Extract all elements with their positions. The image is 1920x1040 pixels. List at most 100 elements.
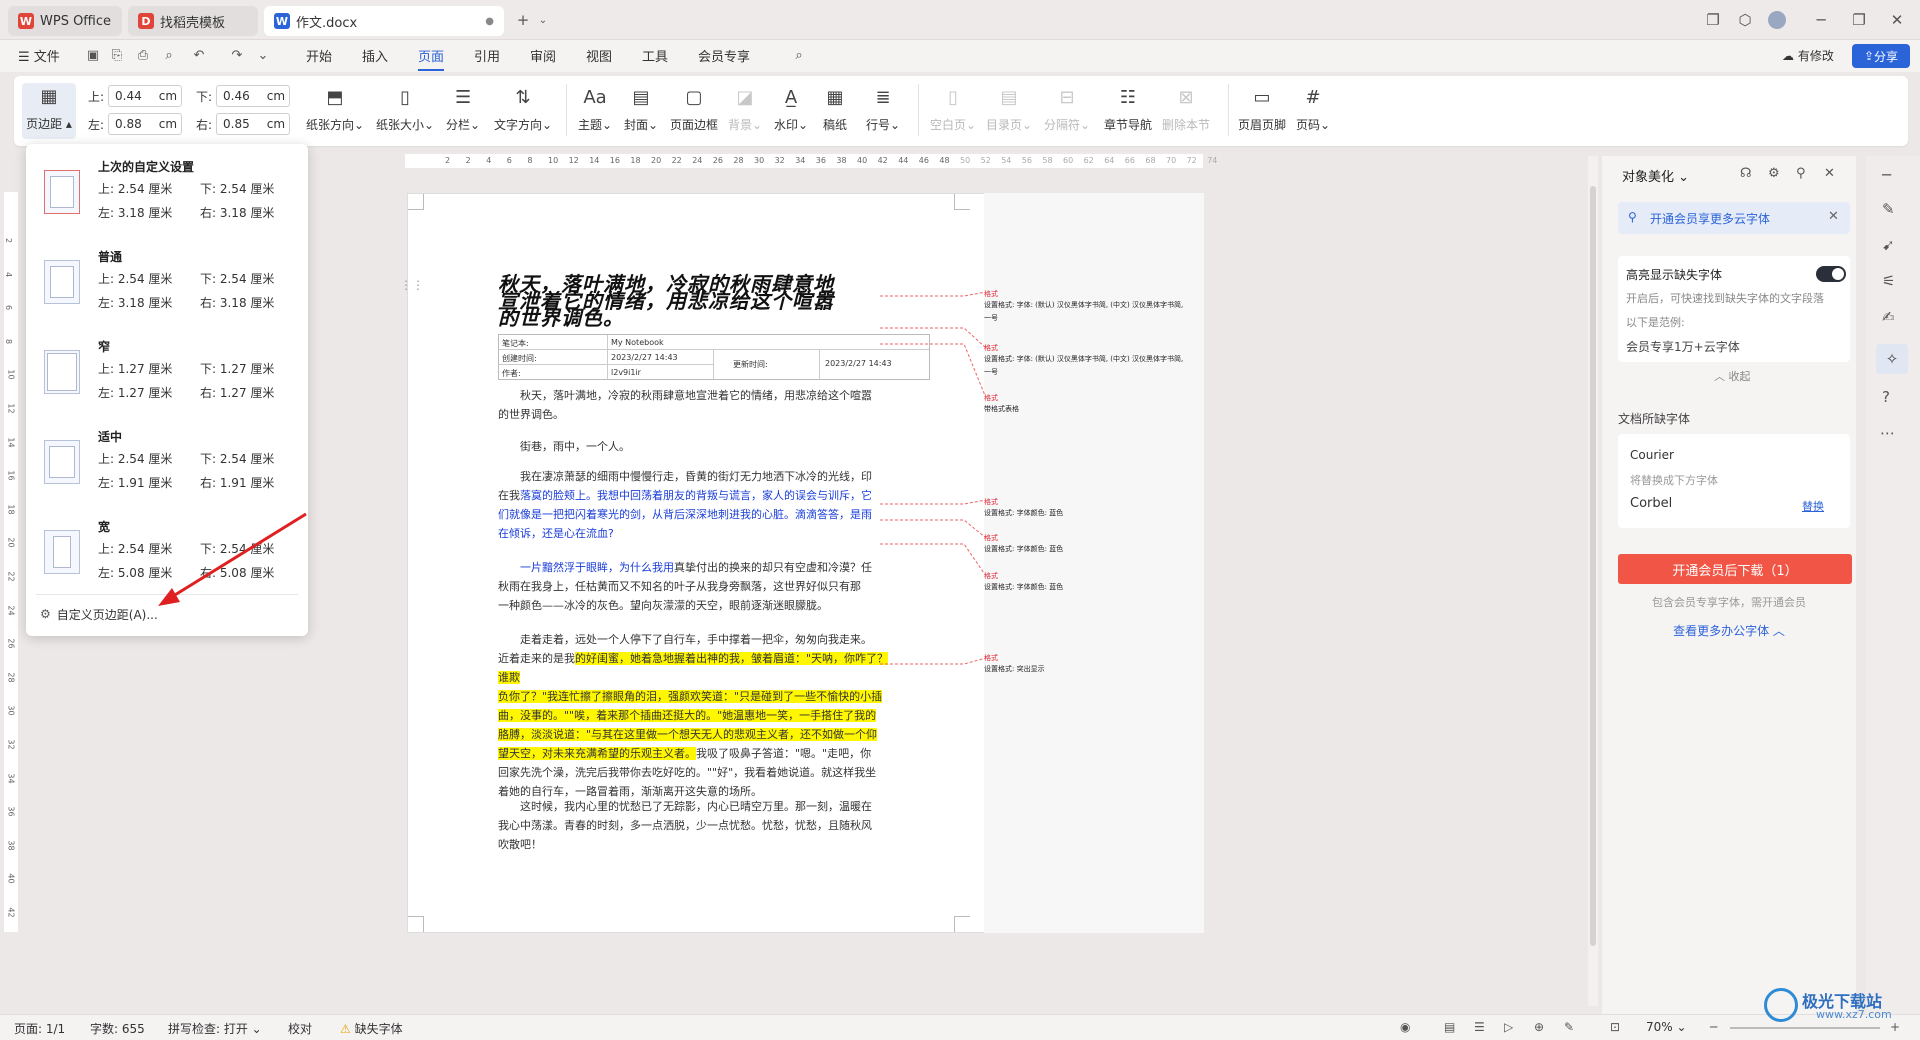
top-margin-field[interactable]: 上: 0.44 cm [88,85,183,107]
top-margin-value[interactable]: 0.44 [115,89,142,103]
revision-balloon[interactable]: 格式 设置格式: 字体: (默认) 汉仪黑体字书简, (中文) 汉仪黑体字书简,… [984,343,1184,379]
unsaved-dot-icon[interactable]: ● [485,16,494,27]
cover-button[interactable]: ▤ 封面⌄ [624,84,658,133]
paragraph-3[interactable]: 我在凄凉萧瑟的细雨中慢慢行走，昏黄的街灯无力地洒下冰冷的光线，印 在我落寞的脸颊… [498,467,898,543]
fit-page-icon[interactable]: ⊡ [1610,1020,1620,1034]
edit-doc-icon[interactable]: ✍ [1882,308,1895,326]
cube-icon[interactable]: ⬡ [1732,8,1758,32]
vip-banner[interactable]: ⚲ 开通会员享更多云字体 ✕ [1618,202,1850,234]
play-icon[interactable]: ▷ [1504,1020,1513,1034]
metadata-table[interactable]: 笔记本: My Notebook 创建时间: 2023/2/27 14:43 更… [498,334,930,380]
avatar[interactable] [1764,8,1790,32]
collapse-link[interactable]: ︿ 收起 [1714,368,1751,384]
restore-icon[interactable]: ❐ [1846,8,1872,32]
right-margin-value[interactable]: 0.85 [223,117,250,131]
preset-narrow[interactable]: 窄 上: 1.27 厘米 下: 1.27 厘米 左: 1.27 厘米 右: 1.… [26,338,308,424]
separator-button[interactable]: ⊟ 分隔符⌄ [1044,84,1090,133]
menu-member[interactable]: 会员专享 [698,46,750,65]
manuscript-button[interactable]: ▦ 稿纸 [822,84,848,133]
blank-page-button[interactable]: ▯ 空白页⌄ [930,84,976,133]
revision-balloon[interactable]: 格式 设置格式: 字体颜色: 蓝色 [984,571,1184,594]
drag-handle-icon[interactable]: ⋮⋮ [400,278,424,292]
word-count[interactable]: 字数: 655 [90,1020,145,1037]
print-preview-icon[interactable]: ⌕ [160,47,178,65]
has-changes-indicator[interactable]: ☁ 有修改 [1782,47,1834,64]
zoom-slider[interactable] [1730,1027,1880,1029]
bottom-margin-field[interactable]: 下: 0.46 cm [196,85,291,107]
vertical-scrollbar[interactable] [1588,156,1598,1006]
pen-mode-icon[interactable]: ✎ [1564,1020,1574,1034]
settings-icon[interactable]: ⚙ [1768,166,1780,181]
tab-document[interactable]: W 作文.docx ● [264,6,504,36]
header-footer-button[interactable]: ▭ 页眉页脚 [1238,84,1286,133]
paragraph-6[interactable]: 这时候，我内心里的忧愁已了无踪影，内心已晴空万里。那一刻，温暖在 我心中荡漾。青… [498,797,898,854]
orientation-button[interactable]: ⬒ 纸张方向⌄ [306,84,364,133]
background-button[interactable]: ◪ 背景⌄ [728,84,762,133]
page-border-button[interactable]: ▢ 页面边框 [670,84,718,133]
redo-icon[interactable]: ↷ [228,47,246,65]
beautify-icon[interactable]: ✧ [1876,344,1908,374]
horizontal-ruler[interactable]: 2 2 4 6 8 10 12 14 16 18 20 22 24 26 28 30 32 34 36 38 40 42 4… [405,154,1217,168]
right-margin-field[interactable]: 右: 0.85 cm [196,113,291,135]
sliders-icon[interactable]: ⚟ [1882,272,1895,290]
zoom-select[interactable]: 70% ⌄ [1646,1020,1687,1034]
paper-size-button[interactable]: ▯ 纸张大小⌄ [376,84,434,133]
zoom-out-icon[interactable]: ─ [1710,1020,1717,1034]
file-menu[interactable]: ☰ 文件 [18,46,60,65]
document-title[interactable]: 秋天，落叶满地，冷寂的秋雨肆意地 宣泄着它的情绪，用悲凉给这个喧嚣 的世界调色。 [498,274,898,328]
paragraph-2[interactable]: 街巷，雨中，一个人。 [498,437,898,456]
replace-link[interactable]: 替换 [1802,498,1824,514]
web-view-icon[interactable]: ⊕ [1534,1020,1544,1034]
revision-balloon[interactable]: 格式 设置格式: 字体: (默认) 汉仪黑体字书简, (中文) 汉仪黑体字书简,… [984,289,1184,325]
undo-icon[interactable]: ↶ [190,47,208,65]
preset-normal[interactable]: 普通 上: 2.54 厘米 下: 2.54 厘米 左: 3.18 厘米 右: 3… [26,248,308,334]
menu-page[interactable]: 页面 [418,46,445,71]
text-direction-button[interactable]: ⇅ 文字方向⌄ [494,84,552,133]
missing-font-status[interactable]: ⚠ 缺失字体 [340,1020,403,1037]
left-margin-value[interactable]: 0.88 [115,117,142,131]
window-tile-icon[interactable]: ❐ [1700,8,1726,32]
close-banner-icon[interactable]: ✕ [1828,209,1839,224]
download-button[interactable]: 开通会员后下载（1） [1618,554,1852,584]
revision-balloon[interactable]: 格式 带格式表格 [984,393,1184,416]
search-icon[interactable]: ⌕ [790,47,808,65]
menu-view[interactable]: 视图 [586,46,612,65]
highlight-toggle[interactable] [1816,266,1846,282]
headset-icon[interactable]: ☊ [1740,166,1752,181]
preset-moderate[interactable]: 适中 上: 2.54 厘米 下: 2.54 厘米 左: 1.91 厘米 右: 1… [26,428,308,514]
margins-button[interactable]: ▦ 页边距 ▴ [22,83,76,139]
outline-view-icon[interactable]: ☰ [1474,1020,1485,1034]
select-cursor-icon[interactable]: ➹ [1882,236,1895,254]
delete-section-button[interactable]: ⊠ 删除本节 [1162,84,1210,133]
theme-button[interactable]: Aa 主题⌄ [578,84,612,133]
pen-icon[interactable]: ✎ [1882,200,1895,218]
page-indicator[interactable]: 页面: 1/1 [14,1020,65,1037]
toc-page-button[interactable]: ▤ 目录页⌄ [986,84,1032,133]
left-margin-field[interactable]: 左: 0.88 cm [88,113,183,135]
page-view-icon[interactable]: ▤ [1444,1020,1455,1034]
close-icon[interactable]: ✕ [1824,166,1835,181]
eye-icon[interactable]: ◉ [1400,1020,1410,1034]
menu-home[interactable]: 开始 [306,46,332,65]
menu-tools[interactable]: 工具 [642,46,668,65]
vertical-ruler[interactable]: 2 4 6 8 10 12 14 16 18 20 22 24 26 28 30 32 34 36 38 40 42 [4,192,18,932]
paragraph-1[interactable]: 秋天，落叶满地，冷寂的秋雨肆意地宣泄着它的情绪，用悲凉给这个喧嚣 的世界调色。 [498,386,898,424]
scrollbar-thumb[interactable] [1590,186,1596,946]
menu-insert[interactable]: 插入 [362,46,388,65]
print-icon[interactable]: ⎙ [134,47,152,65]
close-icon[interactable]: ✕ [1884,8,1910,32]
collapse-icon[interactable]: ─ [1882,166,1891,184]
columns-button[interactable]: ☰ 分栏⌄ [446,84,480,133]
pin-icon[interactable]: ⚲ [1796,166,1806,181]
revision-balloon[interactable]: 格式 设置格式: 突出显示 [984,653,1184,676]
preset-last-custom[interactable]: 上次的自定义设置 上: 2.54 厘米 下: 2.54 厘米 左: 3.18 厘… [26,158,308,244]
help-icon[interactable]: ? [1882,388,1890,406]
panel-title[interactable]: 对象美化 ⌄ [1622,166,1689,185]
minimize-icon[interactable]: ─ [1808,8,1834,32]
page-number-button[interactable]: # 页码⌄ [1296,84,1330,133]
share-button[interactable]: ⇪ 分享 [1852,44,1910,68]
bottom-margin-value[interactable]: 0.46 [223,89,250,103]
tab-wps-office[interactable]: W WPS Office [8,6,122,36]
paragraph-4[interactable]: 一片黯然浮于眼眸，为什么我用真挚付出的换来的却只有空虚和冷漠？任 秋雨在我身上，… [498,558,898,615]
more-fonts-link[interactable]: 查看更多办公字体 ︿ [1602,622,1856,639]
